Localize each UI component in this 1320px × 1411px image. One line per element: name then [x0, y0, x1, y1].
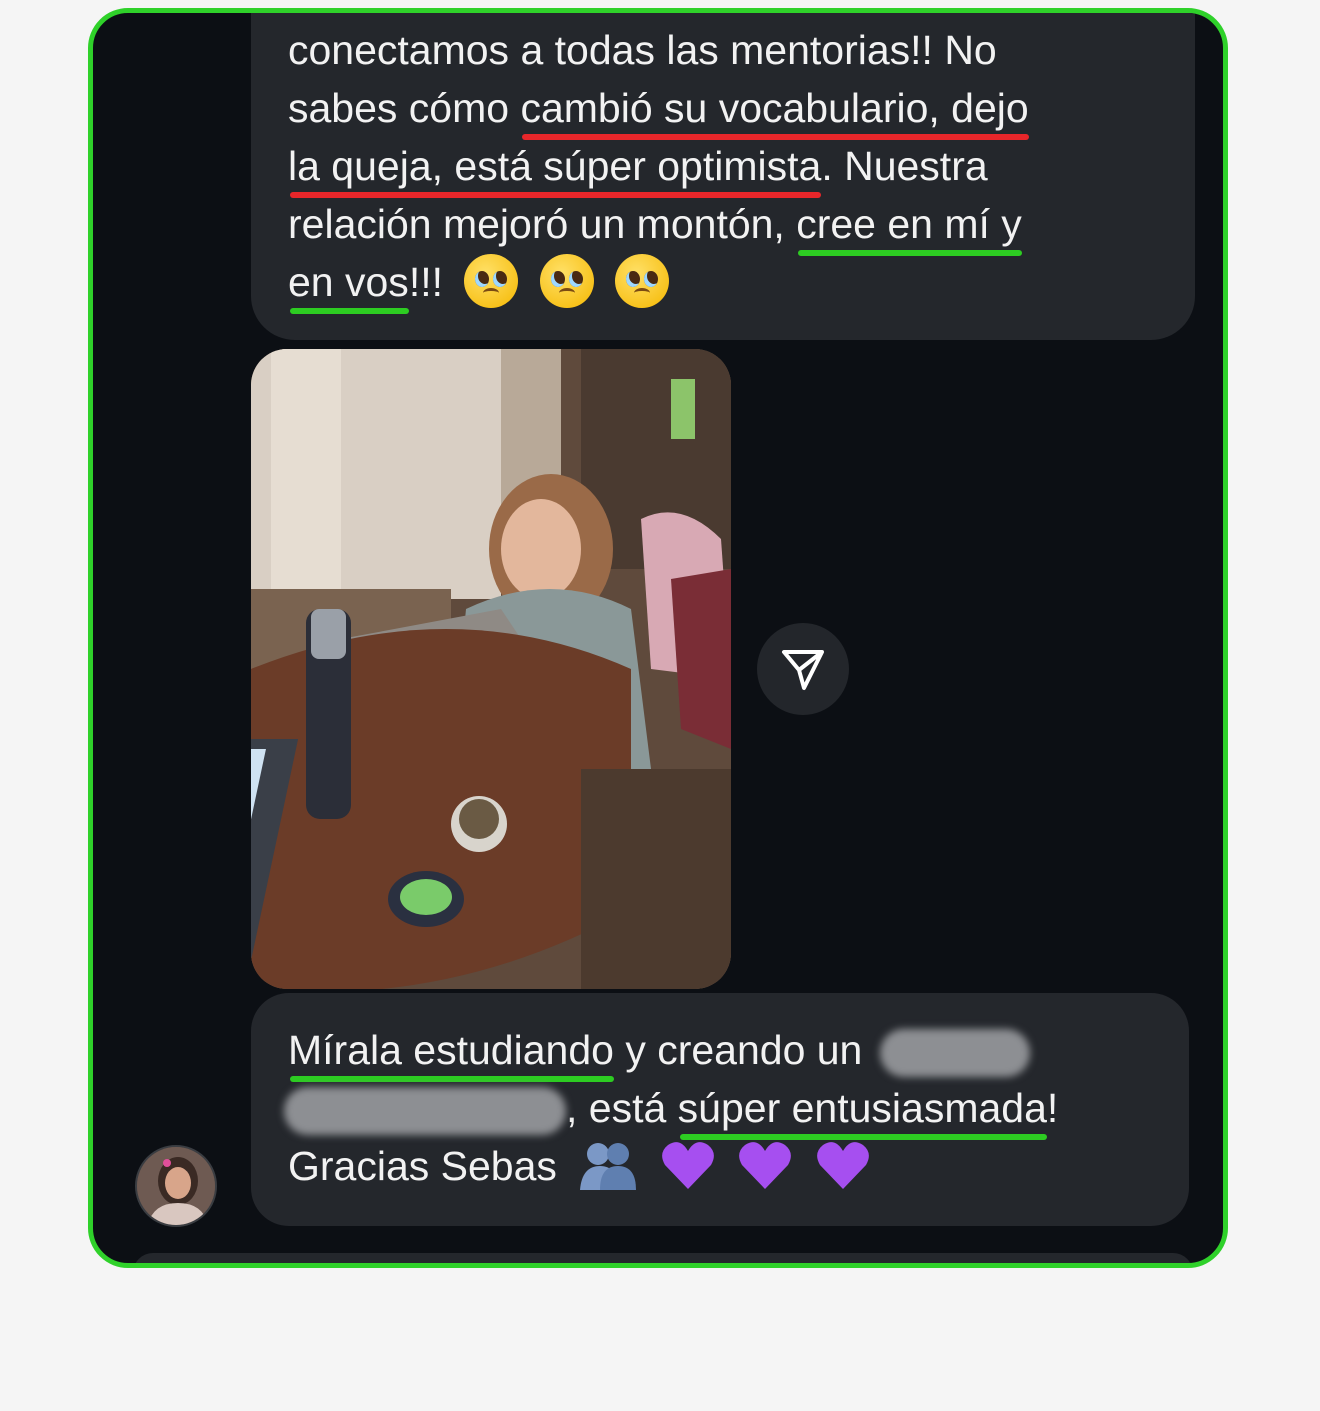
- message-bubble-2[interactable]: Mírala estudiando y creando un , está sú…: [251, 993, 1189, 1226]
- message-line: en vos!!!: [288, 253, 1159, 314]
- underline-red: la queja, está súper optimista: [288, 137, 822, 198]
- pleading-face-emoji-icon: [464, 254, 519, 309]
- message-line: Gracias Sebas: [288, 1137, 1153, 1195]
- blurred-text: [284, 1087, 566, 1136]
- message-line: , está súper entusiasmada!: [284, 1079, 1153, 1140]
- message-bubble-1[interactable]: conectamos a todas las mentorias!! No sa…: [251, 13, 1195, 340]
- pleading-face-emoji-icon: [615, 254, 670, 309]
- blurred-text: [879, 1029, 1030, 1078]
- avatar-image: [137, 1147, 215, 1225]
- share-button[interactable]: [757, 623, 849, 715]
- message-line: Mírala estudiando y creando un: [288, 1021, 1153, 1082]
- avatar[interactable]: [135, 1145, 217, 1227]
- underline-green: súper entusiasmada: [678, 1079, 1048, 1140]
- next-message-bubble: [133, 1253, 1193, 1263]
- message-line: conectamos a todas las mentorias!! No: [288, 27, 997, 73]
- chat-frame: conectamos a todas las mentorias!! No sa…: [88, 8, 1228, 1268]
- photo-illustration: [251, 349, 731, 989]
- underline-green: Mírala estudiando: [288, 1021, 614, 1082]
- pleading-face-emoji-icon: [539, 254, 594, 309]
- message-line: sabes cómo cambió su vocabulario, dejo: [288, 79, 1159, 140]
- purple-heart-icon: [661, 1142, 714, 1190]
- message-line: relación mejoró un montón, cree en mí y: [288, 195, 1159, 256]
- underline-green: en vos: [288, 253, 409, 314]
- chat-photo[interactable]: [251, 349, 731, 989]
- purple-heart-icon: [816, 1142, 869, 1190]
- send-arrow-icon: [782, 650, 824, 690]
- purple-heart-icon: [739, 1142, 792, 1190]
- underline-red: cambió su vocabulario, dejo: [520, 79, 1029, 140]
- people-hugging-emoji-icon: [580, 1143, 637, 1191]
- message-line: la queja, está súper optimista. Nuestra: [288, 137, 1159, 198]
- underline-green: cree en mí y: [796, 195, 1022, 256]
